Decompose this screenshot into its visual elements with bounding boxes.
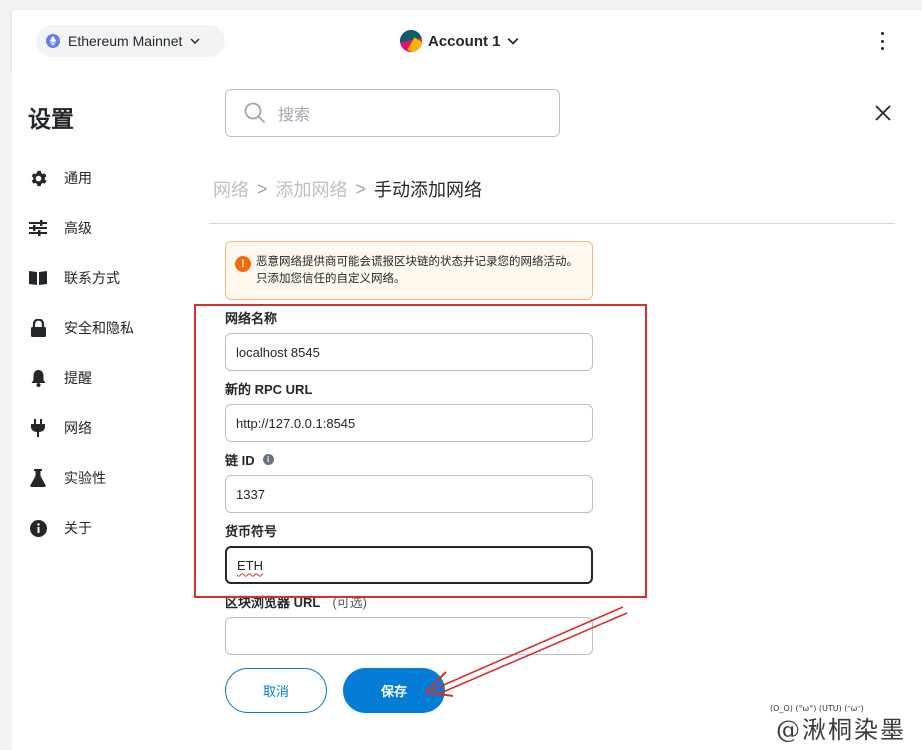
sidebar-item-networks[interactable]: 网络	[28, 416, 92, 440]
sidebar-item-label: 关于	[64, 520, 92, 536]
sidebar-item-advanced[interactable]: 高级	[28, 216, 92, 240]
breadcrumb: 网络 > 添加网络 > 手动添加网络	[213, 176, 482, 202]
book-icon	[28, 268, 48, 288]
bell-icon	[28, 368, 48, 388]
lock-icon	[28, 318, 48, 338]
warning-icon: !	[235, 256, 251, 272]
warning-text: 恶意网络提供商可能会谎报区块链的状态并记录您的网络活动。只添加您信任的自定义网络…	[256, 256, 578, 285]
breadcrumb-add-network[interactable]: 添加网络	[276, 176, 348, 202]
breadcrumb-networks[interactable]: 网络	[213, 176, 249, 202]
sliders-icon	[28, 218, 48, 238]
sidebar-item-about[interactable]: 关于	[28, 516, 92, 540]
sidebar-item-security[interactable]: 安全和隐私	[28, 316, 134, 340]
cancel-button[interactable]: 取消	[225, 668, 327, 713]
app-header: Ethereum Mainnet Account 1	[12, 10, 922, 72]
breadcrumb-separator: >	[257, 178, 268, 199]
account-label: Account 1	[428, 32, 501, 50]
page-title: 设置	[28, 106, 74, 132]
search-placeholder: 搜索	[278, 107, 311, 124]
breadcrumb-current: 手动添加网络	[374, 180, 483, 200]
info-icon	[28, 518, 48, 538]
chevron-down-icon	[190, 38, 200, 44]
save-button[interactable]: 保存	[343, 668, 445, 713]
sidebar-item-label: 提醒	[64, 370, 92, 386]
sidebar-item-label: 高级	[64, 220, 92, 236]
sidebar-item-alerts[interactable]: 提醒	[28, 366, 92, 390]
divider	[209, 223, 895, 224]
kebab-menu-icon[interactable]	[878, 32, 886, 50]
ethereum-icon	[46, 34, 60, 48]
watermark: @湫桐染墨	[776, 716, 906, 744]
sidebar-item-label: 安全和隐私	[64, 320, 134, 336]
plug-icon	[28, 418, 48, 438]
chevron-down-icon	[507, 38, 518, 45]
sidebar-item-label: 通用	[64, 170, 92, 186]
flask-icon	[28, 468, 48, 488]
sidebar-item-label: 网络	[64, 420, 92, 436]
search-input[interactable]: 搜索	[225, 89, 560, 137]
gear-icon	[28, 168, 48, 188]
network-label: Ethereum Mainnet	[68, 33, 183, 49]
block-explorer-field[interactable]	[225, 617, 593, 655]
sidebar-item-experimental[interactable]: 实验性	[28, 466, 106, 490]
close-icon[interactable]	[874, 104, 892, 122]
sidebar-item-general[interactable]: 通用	[28, 166, 92, 190]
account-selector[interactable]: Account 1	[400, 30, 519, 52]
warning-banner: ! 恶意网络提供商可能会谎报区块链的状态并记录您的网络活动。只添加您信任的自定义…	[225, 241, 593, 300]
search-icon	[244, 102, 266, 124]
sidebar-item-contacts[interactable]: 联系方式	[28, 266, 120, 290]
account-avatar	[400, 30, 422, 52]
sidebar-item-label: 实验性	[64, 470, 106, 486]
network-selector[interactable]: Ethereum Mainnet	[36, 25, 225, 57]
sidebar-item-label: 联系方式	[64, 270, 120, 286]
breadcrumb-separator: >	[355, 178, 367, 199]
annotation-highlight-box	[194, 304, 647, 598]
